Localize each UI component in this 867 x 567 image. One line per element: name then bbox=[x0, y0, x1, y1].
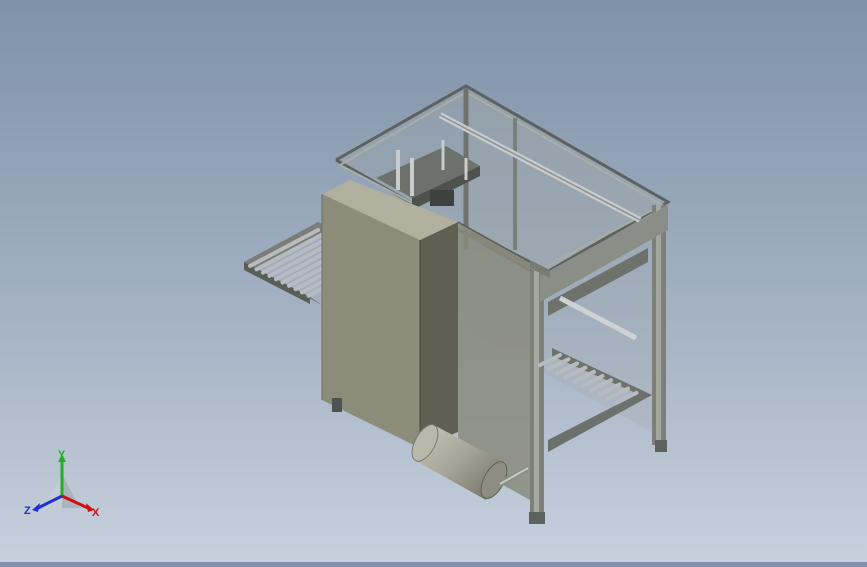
x-axis-label: X bbox=[92, 507, 100, 519]
y-axis-label: Y bbox=[58, 449, 66, 461]
control-cabinet bbox=[321, 180, 458, 448]
z-axis-label: Z bbox=[24, 505, 31, 517]
z-axis-arrow bbox=[32, 503, 40, 512]
model-view[interactable] bbox=[0, 0, 867, 562]
graphics-viewport[interactable] bbox=[0, 0, 867, 562]
coordinate-triad: Y X Z bbox=[22, 448, 106, 524]
